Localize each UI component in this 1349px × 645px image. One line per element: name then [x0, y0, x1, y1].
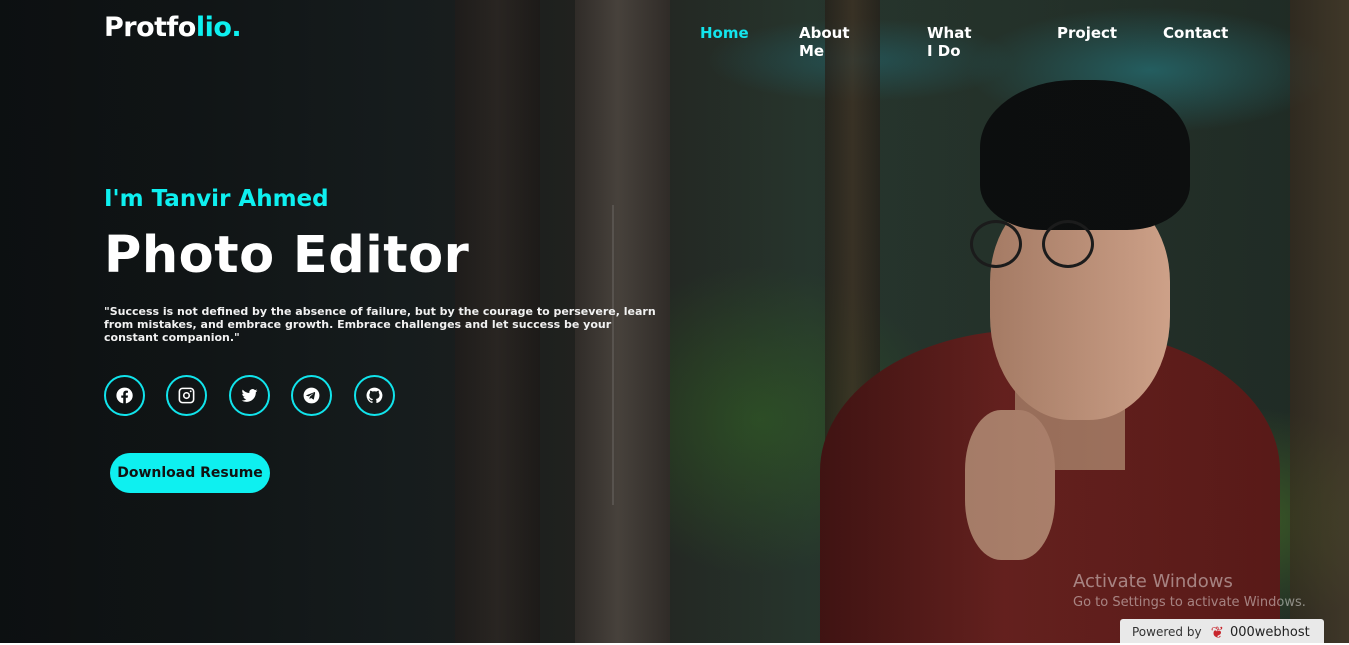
logo-text-main: Protfo [104, 12, 196, 43]
facebook-icon [116, 387, 133, 404]
hosting-badge[interactable]: Powered by ❦ 000webhost [1120, 619, 1324, 645]
logo-text-accent: lio. [195, 12, 242, 43]
powered-by-label: Powered by [1132, 625, 1202, 639]
download-resume-button[interactable]: Download Resume [110, 453, 270, 493]
activate-subtitle: Go to Settings to activate Windows. [1073, 595, 1306, 610]
social-links [104, 375, 404, 416]
windows-activation-watermark: Activate Windows Go to Settings to activ… [1073, 571, 1306, 610]
nav-about-me[interactable]: About Me [799, 24, 850, 60]
activate-title: Activate Windows [1073, 571, 1233, 592]
intro-name: I'm Tanvir Ahmed [104, 186, 329, 212]
hero-quote: "Success is not defined by the absence o… [104, 305, 656, 344]
github-link[interactable] [354, 375, 395, 416]
hero-headline: Photo Editor [104, 226, 470, 285]
facebook-link[interactable] [104, 375, 145, 416]
instagram-icon [178, 387, 195, 404]
host-brand-name: 000webhost [1229, 624, 1310, 640]
nav-what-i-do[interactable]: What I Do [927, 24, 972, 60]
nav-project[interactable]: Project [1057, 24, 1117, 42]
twitter-link[interactable] [229, 375, 270, 416]
telegram-link[interactable] [291, 375, 332, 416]
webhost-logo-icon: ❦ [1210, 622, 1224, 642]
nav-home[interactable]: Home [700, 24, 749, 42]
github-icon [366, 387, 383, 404]
instagram-link[interactable] [166, 375, 207, 416]
site-logo[interactable]: Protfolio. [104, 12, 242, 43]
telegram-icon [303, 387, 320, 404]
twitter-icon [241, 389, 258, 402]
nav-contact[interactable]: Contact [1163, 24, 1228, 42]
